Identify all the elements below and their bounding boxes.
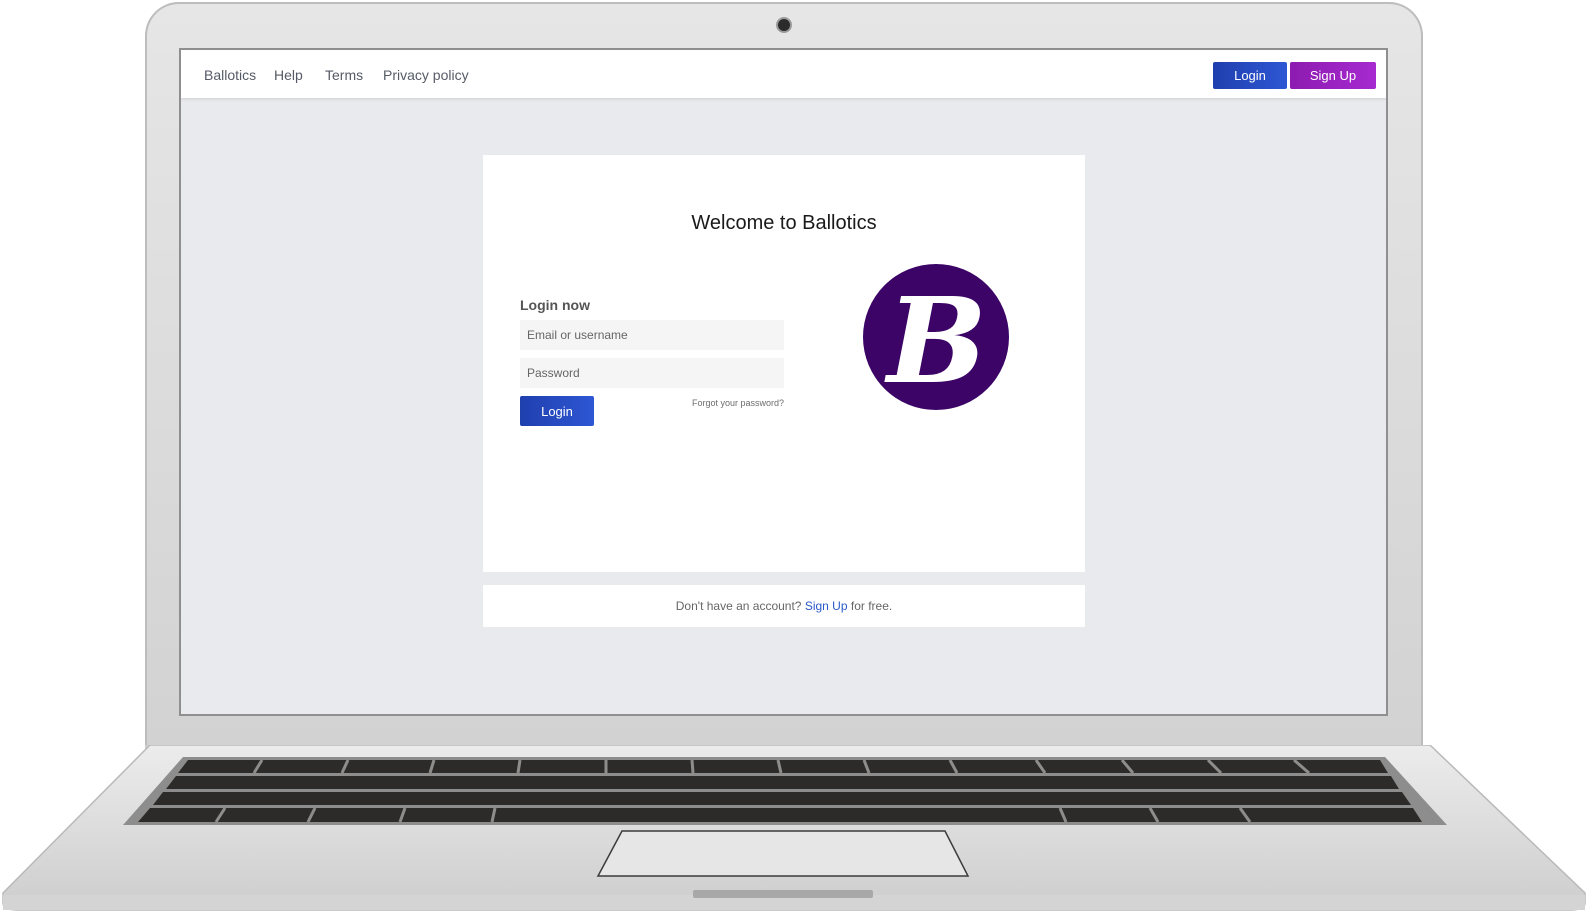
- nav-link-privacy-policy[interactable]: Privacy policy: [383, 67, 469, 83]
- browser-screen: Ballotics Help Terms Privacy policy Logi…: [181, 50, 1386, 714]
- nav-link-terms[interactable]: Terms: [325, 67, 363, 83]
- login-card: Welcome to Ballotics Login now Login For…: [483, 155, 1085, 572]
- nav-link-help[interactable]: Help: [274, 67, 303, 83]
- login-button[interactable]: Login: [520, 396, 594, 426]
- email-field[interactable]: [520, 320, 784, 350]
- nav-signup-button[interactable]: Sign Up: [1290, 62, 1376, 89]
- footer-signup-link[interactable]: Sign Up: [805, 599, 848, 613]
- logo-letter: B: [884, 271, 987, 410]
- nav-login-button[interactable]: Login: [1213, 62, 1287, 89]
- password-field[interactable]: [520, 358, 784, 388]
- login-heading: Login now: [520, 297, 590, 313]
- ballotics-logo-icon: B: [863, 264, 1009, 410]
- page-title: Welcome to Ballotics: [691, 212, 877, 234]
- signup-prompt-suffix: for free.: [850, 599, 893, 613]
- forgot-password-link[interactable]: Forgot your password?: [643, 398, 784, 408]
- signup-prompt-text: Don't have an account?: [675, 599, 802, 613]
- laptop-keyboard-base: [2, 745, 1586, 911]
- top-navbar: Ballotics Help Terms Privacy policy Logi…: [181, 50, 1386, 98]
- webcam-icon: [778, 19, 790, 31]
- signup-prompt: Don't have an account? Sign Up for free.: [483, 585, 1085, 627]
- nav-link-ballotics[interactable]: Ballotics: [204, 67, 256, 83]
